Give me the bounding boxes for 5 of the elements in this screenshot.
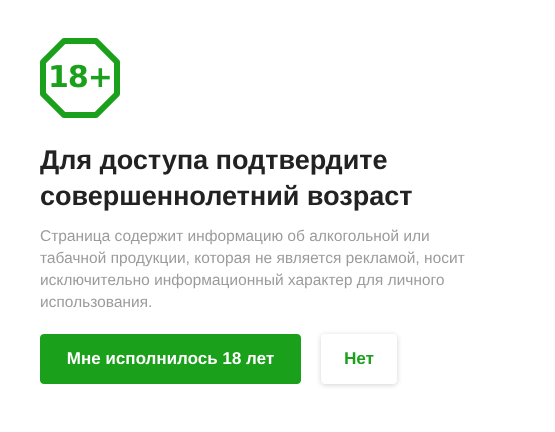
confirm-button[interactable]: Мне исполнилось 18 лет (40, 334, 301, 384)
title: Для доступа подтвердите совершеннолетний возраст (40, 144, 414, 213)
age-label: 18+ (48, 62, 112, 94)
description: Страница содержит информацию об алкогольной или табачной продукции, которая не является рекламой, носит исключительно информационный характер для личного использования. (40, 227, 466, 313)
decline-button[interactable]: Нет (321, 334, 397, 384)
